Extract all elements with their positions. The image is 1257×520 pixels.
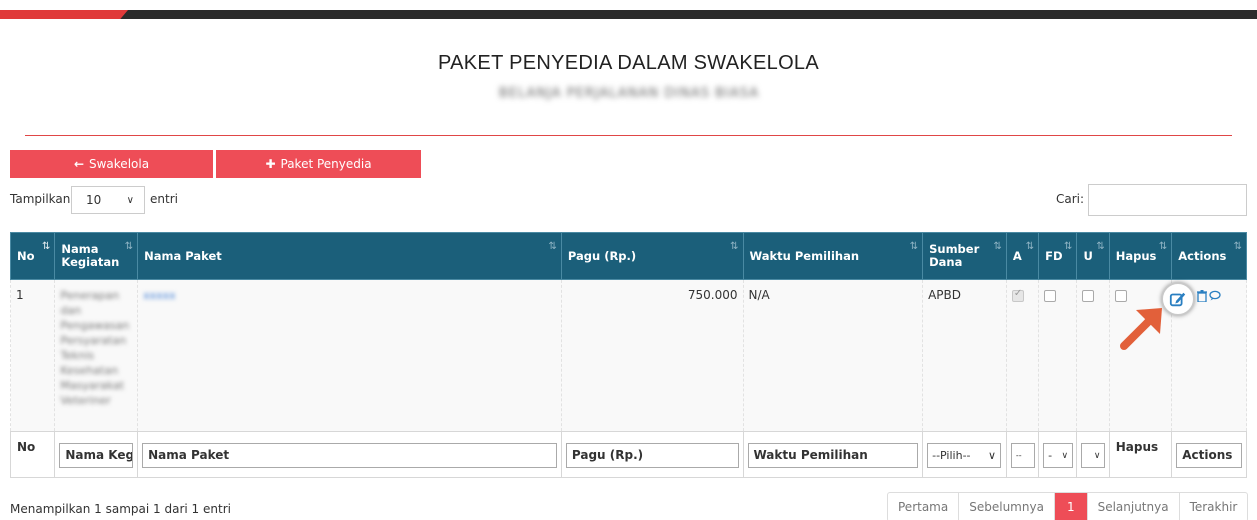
footer-pagu: Pagu (Rp.) xyxy=(560,431,744,478)
sort-icon: ⇅ xyxy=(1096,241,1105,252)
chevron-down-icon: ∨ xyxy=(988,449,997,462)
footer-u: ∨ xyxy=(1076,431,1110,478)
search-input[interactable] xyxy=(1088,184,1247,216)
hapus-checkbox[interactable] xyxy=(1114,289,1127,302)
chevron-down-icon: ∨ xyxy=(126,194,134,206)
sort-icon: ⇅ xyxy=(1064,241,1073,252)
fd-checkbox[interactable] xyxy=(1044,289,1057,302)
footer-fd: - ∨ xyxy=(1038,431,1078,478)
footer-actions: Actions xyxy=(1171,431,1247,478)
col-header-u[interactable]: U ⇅ xyxy=(1076,232,1110,280)
page-subtitle: BELANJA PERJALANAN DINAS BIASA xyxy=(498,86,760,101)
filter-a-select[interactable]: -- xyxy=(1010,443,1035,468)
col-header-nama-kegiatan[interactable]: Nama Kegiatan ⇅ xyxy=(54,232,139,280)
search-label: Cari: xyxy=(1056,192,1085,206)
sort-asc-icon: ⇅ xyxy=(42,241,51,252)
show-entries-label: Tampilkan xyxy=(10,192,71,206)
cell-no: 1 xyxy=(9,279,56,432)
cell-sumber-dana: APBD xyxy=(922,279,1007,432)
swakelola-button-label: Swakelola xyxy=(89,157,150,171)
chevron-down-icon: ∨ xyxy=(1093,450,1101,461)
footer-waktu: Waktu Pemilihan xyxy=(742,431,924,478)
entries-label: entri xyxy=(150,192,178,206)
page-length-value: 10 xyxy=(86,193,102,207)
cell-nama-kegiatan: Penerapan dan Pengawasan Persyaratan Tek… xyxy=(54,279,139,432)
swakelola-button[interactable]: ← Swakelola xyxy=(10,150,213,178)
paket-table: No ⇅ Nama Kegiatan ⇅ Nama Paket ⇅ Pagu (Rp.… xyxy=(9,232,1247,478)
sort-icon: ⇅ xyxy=(993,241,1002,252)
col-header-fd[interactable]: FD ⇅ xyxy=(1038,232,1078,280)
page-title: PAKET PENYEDIA DALAM SWAKELOLA xyxy=(438,52,819,74)
sort-icon: ⇅ xyxy=(1233,241,1242,252)
page-length-select[interactable]: 10 ∨ xyxy=(71,186,145,214)
sort-icon: ⇅ xyxy=(548,241,557,252)
sort-icon: ⇅ xyxy=(1158,241,1168,252)
cell-fd xyxy=(1038,279,1078,432)
filter-nama-paket-input[interactable]: Nama Paket xyxy=(142,443,557,468)
col-header-no[interactable]: No ⇅ xyxy=(9,232,56,280)
filter-u-select[interactable]: ∨ xyxy=(1081,443,1106,468)
footer-sumber-dana: --Pilih-- ∨ xyxy=(922,431,1007,478)
page-first[interactable]: Pertama xyxy=(888,493,960,520)
footer-no: No xyxy=(9,431,56,478)
top-bar xyxy=(0,10,1257,19)
cell-actions xyxy=(1161,279,1247,432)
footer-a: -- xyxy=(1005,431,1040,478)
col-header-a[interactable]: A ⇅ xyxy=(1005,232,1040,280)
u-checkbox[interactable] xyxy=(1082,289,1095,302)
filter-actions-input[interactable]: Actions xyxy=(1176,443,1242,468)
cell-nama-paket: xxxxx xyxy=(137,279,562,432)
table-row: 1 Penerapan dan Pengawasan Persyaratan T… xyxy=(9,279,1247,432)
sort-icon: ⇅ xyxy=(124,241,134,252)
pagination: Pertama Sebelumnya 1 Selanjutnya Terakhi… xyxy=(887,492,1249,520)
plus-icon: ✚ xyxy=(265,157,276,171)
top-bar-accent xyxy=(0,10,128,19)
a-checkbox[interactable] xyxy=(1011,288,1024,302)
sort-icon: ⇅ xyxy=(730,241,739,252)
col-header-hapus[interactable]: Hapus ⇅ xyxy=(1108,232,1173,280)
page-prev[interactable]: Sebelumnya xyxy=(959,493,1055,520)
filter-fd-select[interactable]: - ∨ xyxy=(1043,443,1074,468)
chevron-down-icon: ∨ xyxy=(1061,450,1069,461)
cell-waktu-pemilihan: N/A xyxy=(742,279,924,432)
divider xyxy=(25,135,1232,136)
col-header-pagu[interactable]: Pagu (Rp.) ⇅ xyxy=(560,232,744,280)
col-header-actions[interactable]: Actions ⇅ xyxy=(1171,232,1247,280)
page-last[interactable]: Terakhir xyxy=(1180,493,1248,520)
cell-u xyxy=(1076,279,1110,432)
filter-sumber-dana-select[interactable]: --Pilih-- ∨ xyxy=(927,443,1002,468)
col-header-sumber-dana[interactable]: Sumber Dana ⇅ xyxy=(922,232,1007,280)
comment-icon[interactable] xyxy=(1209,290,1223,301)
footer-hapus: Hapus xyxy=(1108,431,1173,478)
edit-icon xyxy=(1170,292,1186,307)
cell-a xyxy=(1005,279,1040,432)
footer-nama-kegiatan: Nama Kegi xyxy=(54,431,139,478)
sort-icon: ⇅ xyxy=(1025,241,1035,252)
arrow-left-icon: ← xyxy=(73,157,84,171)
nama-paket-link[interactable]: xxxxx xyxy=(143,289,176,302)
paket-penyedia-button[interactable]: ✚ Paket Penyedia xyxy=(216,150,421,178)
nama-kegiatan-text: Penerapan dan Pengawasan Persyaratan Tek… xyxy=(60,289,130,407)
paket-penyedia-button-label: Paket Penyedia xyxy=(280,157,372,171)
pointer-arrow xyxy=(1120,308,1162,350)
filter-row: No Nama Kegi Nama Paket Pagu (Rp.) Waktu… xyxy=(9,431,1247,478)
page-next[interactable]: Selanjutnya xyxy=(1088,493,1180,520)
page-current[interactable]: 1 xyxy=(1054,493,1088,520)
filter-nama-kegiatan-input[interactable]: Nama Kegi xyxy=(59,443,134,468)
col-header-nama-paket[interactable]: Nama Paket ⇅ xyxy=(137,232,562,280)
cell-pagu: 750.000 xyxy=(560,279,744,432)
filter-waktu-input[interactable]: Waktu Pemilihan xyxy=(747,443,919,468)
table-info: Menampilkan 1 sampai 1 dari 1 entri xyxy=(10,502,231,516)
trash-icon[interactable] xyxy=(1197,290,1208,302)
footer-nama-paket: Nama Paket xyxy=(137,431,562,478)
filter-pagu-input[interactable]: Pagu (Rp.) xyxy=(565,443,739,468)
sort-icon: ⇅ xyxy=(909,241,919,252)
col-header-waktu-pemilihan[interactable]: Waktu Pemilihan ⇅ xyxy=(742,232,924,280)
